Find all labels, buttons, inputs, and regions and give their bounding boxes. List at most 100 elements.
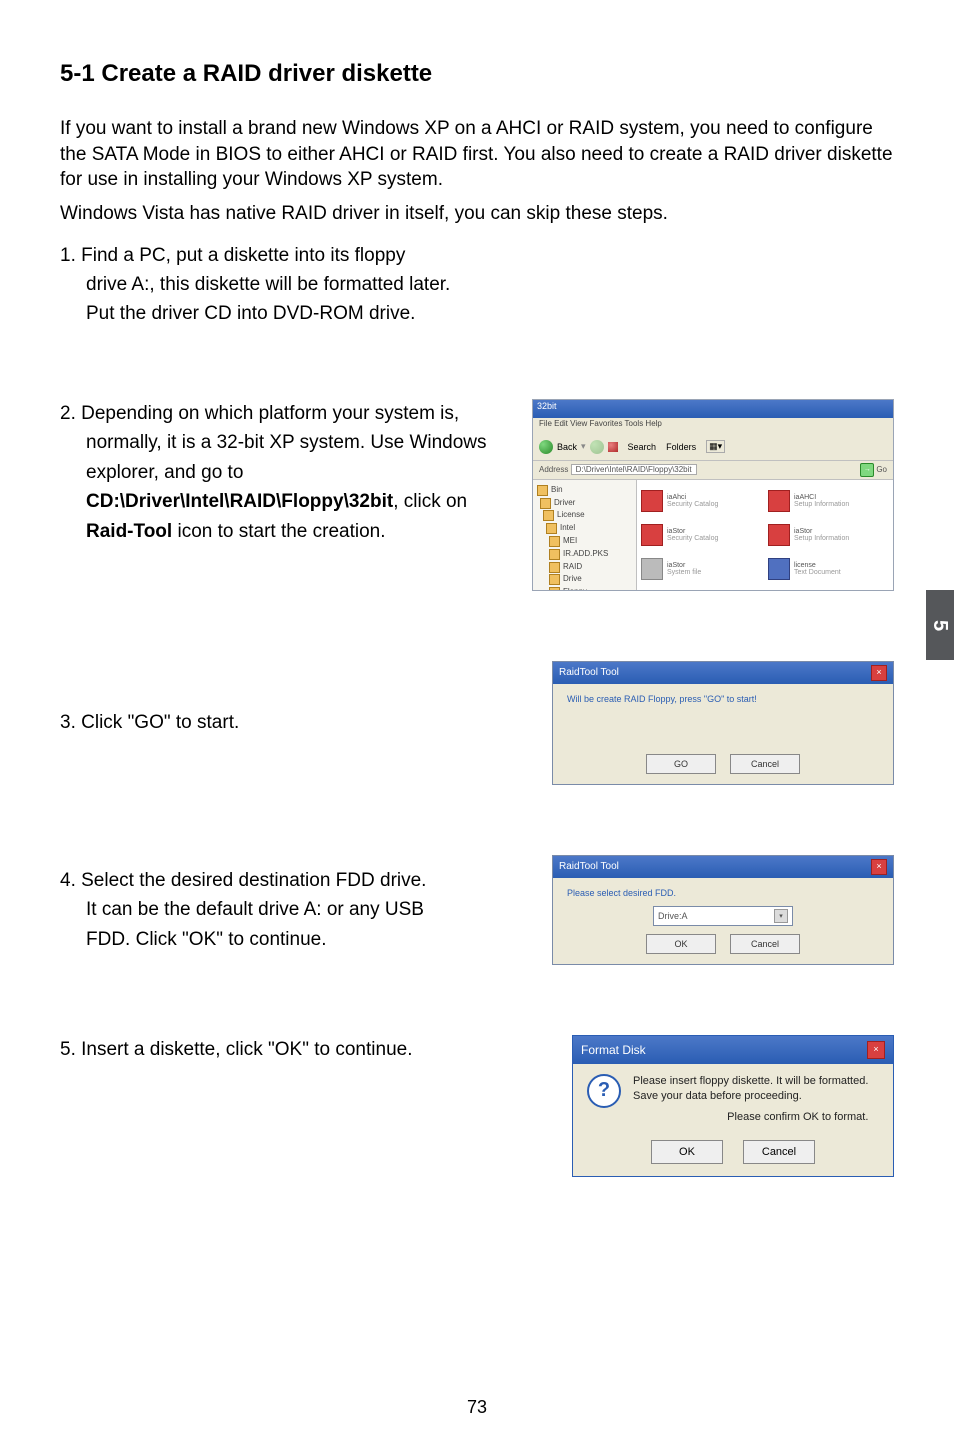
- msgbox-line-3: Please confirm OK to format.: [633, 1110, 868, 1125]
- step-1: 1. Find a PC, put a diskette into its fl…: [60, 241, 894, 329]
- dialog-go-body: Will be create RAID Floppy, press "GO" t…: [553, 684, 893, 748]
- file-label: iaStorSecurity Catalog: [667, 528, 718, 542]
- file-item[interactable]: iaAhciSecurity Catalog: [641, 486, 762, 516]
- msgbox-body: ? Please insert floppy diskette. It will…: [573, 1064, 893, 1135]
- tree-item[interactable]: Floppy: [537, 586, 632, 591]
- step-4-line-3: FDD. Click "OK" to continue.: [60, 925, 522, 954]
- step-4-text: 4. Select the desired destination FDD dr…: [60, 866, 522, 954]
- file-icon: [768, 490, 790, 512]
- msgbox-titlebar: Format Disk ×: [573, 1036, 893, 1064]
- search-label[interactable]: Search: [628, 442, 657, 452]
- back-label[interactable]: Back: [557, 442, 577, 452]
- fdd-select-value: Drive:A: [658, 911, 688, 921]
- file-item[interactable]: F6FLOPPY.EXE: [768, 588, 889, 591]
- dialog-fdd-body: Please select desired FDD. Drive:A ▾: [553, 878, 893, 926]
- step-2-post: icon to start the creation.: [172, 521, 385, 542]
- stop-icon[interactable]: [608, 442, 618, 452]
- format-disk-msgbox: Format Disk × ? Please insert floppy dis…: [572, 1035, 894, 1178]
- step-5: 5. Insert a diskette, click "OK" to cont…: [60, 1035, 894, 1178]
- step-1-line-3: Put the driver CD into DVD-ROM drive.: [60, 299, 894, 328]
- file-item[interactable]: iaStorSystem file: [641, 554, 762, 584]
- ok-button[interactable]: OK: [646, 934, 716, 954]
- ok-button[interactable]: OK: [651, 1140, 723, 1164]
- explorer-folder-tree[interactable]: BinDriverLicenseIntelMEIIR.ADD.PKSRAIDDr…: [533, 480, 637, 591]
- tree-item[interactable]: IR.ADD.PKS: [537, 548, 632, 561]
- page-content: 5-1 Create a RAID driver diskette If you…: [0, 0, 954, 1452]
- step-2-pre: 2. Depending on which platform your syst…: [60, 403, 487, 483]
- file-item[interactable]: RaidToolRaidTool MFC Application: [641, 588, 762, 591]
- step-1-line-1: 1. Find a PC, put a diskette into its fl…: [60, 241, 894, 270]
- dialog-go-title: RaidTool Tool: [559, 667, 619, 678]
- step-2-path: CD:\Driver\Intel\RAID\Floppy\32bit: [86, 491, 393, 512]
- step-4-line-2: It can be the default drive A: or any US…: [60, 895, 522, 924]
- file-label: licenseText Document: [794, 562, 841, 576]
- step-2-mid: , click on: [393, 491, 467, 512]
- tree-item[interactable]: Bin: [537, 484, 632, 497]
- step-4: 4. Select the desired destination FDD dr…: [60, 855, 894, 965]
- file-label: iaAHCISetup Information: [794, 494, 849, 508]
- step-2-line: 2. Depending on which platform your syst…: [60, 399, 502, 546]
- file-item[interactable]: iaStorSetup Information: [768, 520, 889, 550]
- chevron-down-icon: ▾: [774, 909, 788, 923]
- file-label: iaAhciSecurity Catalog: [667, 494, 718, 508]
- toolbar-sep: ▾: [581, 441, 586, 452]
- address-input[interactable]: D:\Driver\Intel\RAID\Floppy\32bit: [571, 464, 697, 475]
- explorer-body: BinDriverLicenseIntelMEIIR.ADD.PKSRAIDDr…: [533, 480, 893, 591]
- cancel-button[interactable]: Cancel: [743, 1140, 815, 1164]
- intro-paragraph-1: If you want to install a brand new Windo…: [60, 116, 894, 193]
- page-number: 73: [0, 1397, 954, 1418]
- step-2-tool: Raid-Tool: [86, 521, 172, 542]
- forward-icon[interactable]: [590, 440, 604, 454]
- close-icon[interactable]: ×: [871, 859, 887, 875]
- file-label: iaStorSystem file: [667, 562, 701, 576]
- file-item[interactable]: iaStorSecurity Catalog: [641, 520, 762, 550]
- section-title: 5-1 Create a RAID driver diskette: [60, 60, 894, 88]
- step-2: 2. Depending on which platform your syst…: [60, 399, 894, 591]
- msgbox-line-1: Please insert floppy diskette. It will b…: [633, 1075, 868, 1087]
- fdd-select[interactable]: Drive:A ▾: [653, 906, 793, 926]
- msgbox-line-2: Save your data before proceeding.: [633, 1090, 802, 1102]
- file-icon: [641, 490, 663, 512]
- explorer-address-bar: Address D:\Driver\Intel\RAID\Floppy\32bi…: [533, 461, 893, 480]
- cancel-button[interactable]: Cancel: [730, 934, 800, 954]
- cancel-button[interactable]: Cancel: [730, 754, 800, 774]
- dialog-fdd-title: RaidTool Tool: [559, 861, 619, 872]
- intro-paragraph-2: Windows Vista has native RAID driver in …: [60, 201, 894, 227]
- tree-item[interactable]: Intel: [537, 522, 632, 535]
- step-2-text: 2. Depending on which platform your syst…: [60, 399, 502, 546]
- tree-item[interactable]: Driver: [537, 497, 632, 510]
- file-label: iaStorSetup Information: [794, 528, 849, 542]
- explorer-window-title: 32bit: [533, 400, 893, 418]
- explorer-toolbar: Back ▾ Search Folders ▦▾: [533, 434, 893, 461]
- file-item[interactable]: iaAHCISetup Information: [768, 486, 889, 516]
- explorer-file-list[interactable]: iaAhciSecurity Catalog iaAHCISetup Inform…: [637, 480, 893, 591]
- close-icon[interactable]: ×: [867, 1041, 885, 1059]
- views-icon[interactable]: ▦▾: [706, 440, 725, 453]
- file-icon: [768, 558, 790, 580]
- dialog-fdd-text: Please select desired FDD.: [567, 888, 879, 898]
- tree-item[interactable]: RAID: [537, 561, 632, 574]
- folders-label[interactable]: Folders: [666, 442, 696, 452]
- address-go[interactable]: →Go: [860, 463, 887, 477]
- step-5-text: 5. Insert a diskette, click "OK" to cont…: [60, 1035, 542, 1064]
- tree-item[interactable]: Drive: [537, 573, 632, 586]
- tree-item[interactable]: License: [537, 509, 632, 522]
- file-icon: [641, 558, 663, 580]
- back-icon[interactable]: [539, 440, 553, 454]
- file-item[interactable]: licenseText Document: [768, 554, 889, 584]
- step-4-line-1: 4. Select the desired destination FDD dr…: [60, 866, 522, 895]
- msgbox-text: Please insert floppy diskette. It will b…: [633, 1074, 868, 1125]
- step-3-text: 3. Click "GO" to start.: [60, 708, 522, 737]
- msgbox-title-text: Format Disk: [581, 1043, 646, 1057]
- dialog-go-screenshot: RaidTool Tool × Will be create RAID Flop…: [552, 661, 894, 785]
- dialog-go-buttons: GO Cancel: [553, 748, 893, 784]
- go-button[interactable]: GO: [646, 754, 716, 774]
- file-icon: [641, 524, 663, 546]
- dialog-fdd-titlebar: RaidTool Tool ×: [553, 856, 893, 878]
- close-icon[interactable]: ×: [871, 665, 887, 681]
- question-icon: ?: [587, 1074, 621, 1108]
- msgbox-buttons: OK Cancel: [573, 1134, 893, 1176]
- tree-item[interactable]: MEI: [537, 535, 632, 548]
- go-icon: →: [860, 463, 874, 477]
- explorer-menu-bar[interactable]: File Edit View Favorites Tools Help: [533, 418, 893, 434]
